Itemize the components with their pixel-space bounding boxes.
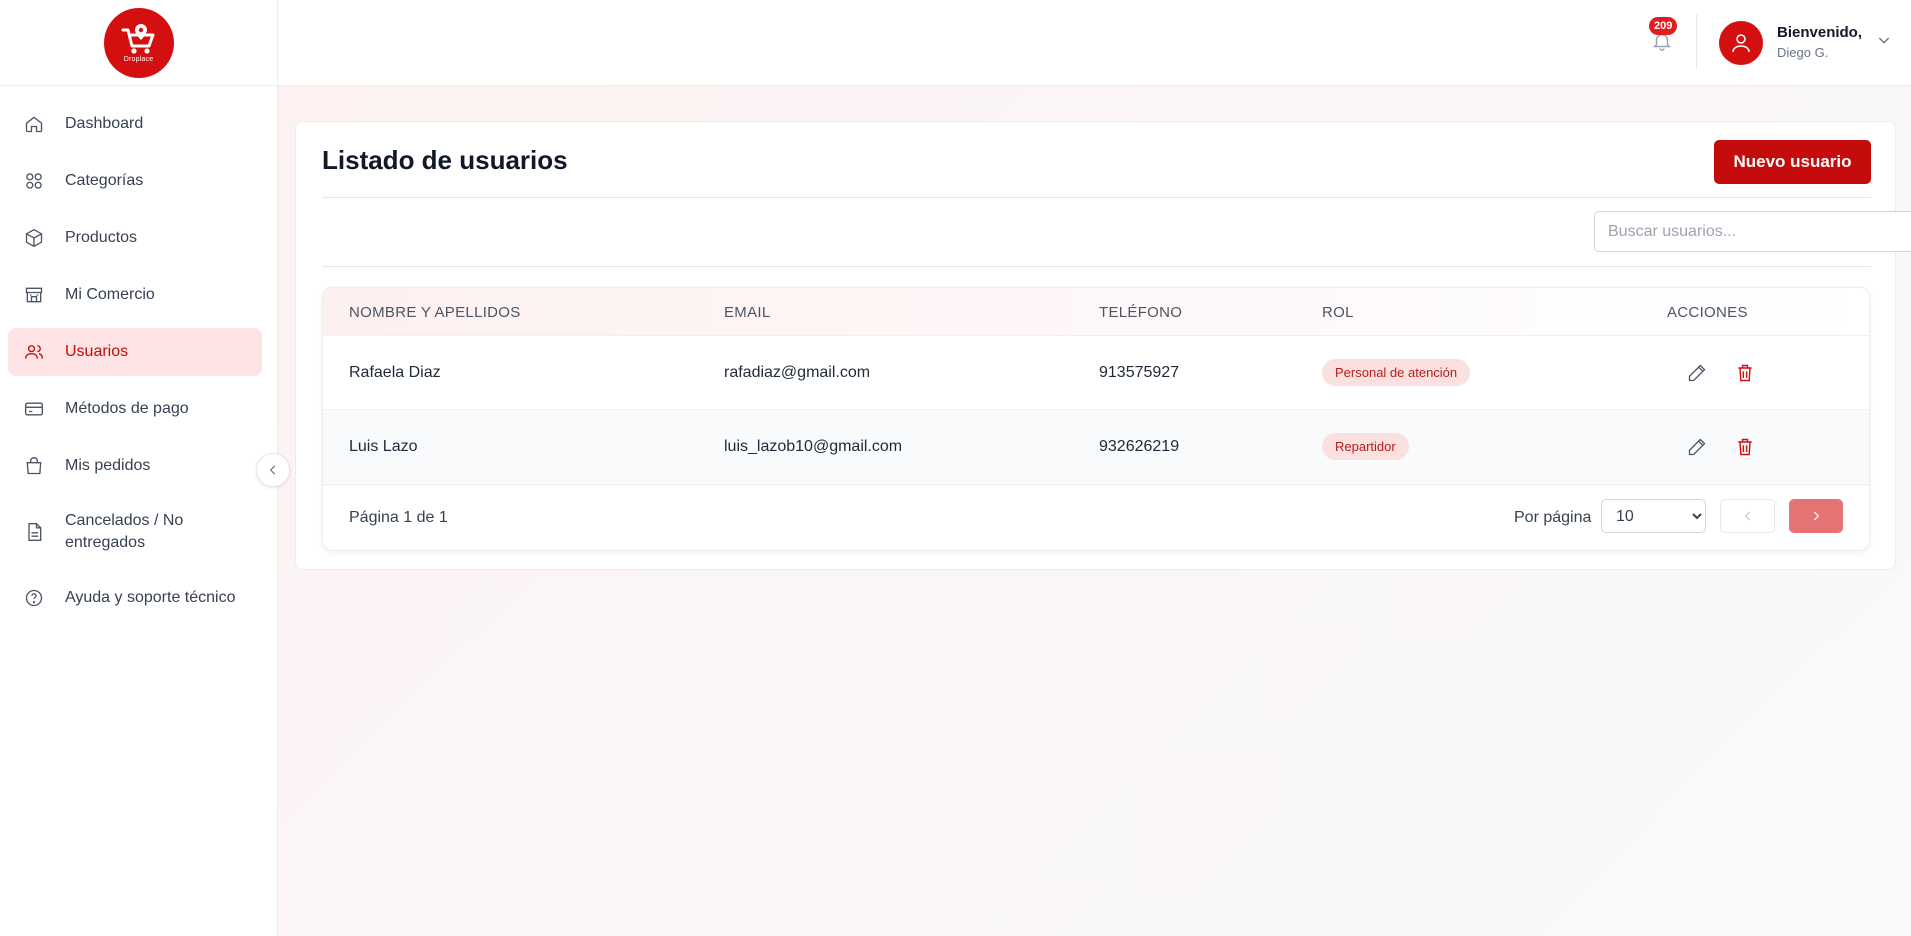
sidebar-item-productos[interactable]: Productos [8,214,262,262]
edit-button[interactable] [1685,435,1709,459]
greeting-text: Bienvenido, [1777,24,1863,41]
trash-icon [1738,364,1752,382]
divider [322,266,1871,267]
column-header-phone: TELÉFONO [1099,304,1183,321]
pencil-icon [1688,364,1706,382]
credit-card-icon [23,398,45,420]
cell-phone: 913575927 [1099,364,1180,381]
chevron-left-icon [269,465,276,475]
header-divider [1696,14,1697,69]
sidebar-item-cancelados[interactable]: Cancelados / No entregados [8,499,262,565]
chevron-left-icon [1744,511,1750,521]
avatar[interactable] [1719,21,1763,65]
cart-pin-icon [121,24,154,54]
sidebar-item-mis-pedidos[interactable]: Mis pedidos [8,442,262,490]
sidebar-item-label: Usuarios [65,343,129,360]
search-input[interactable] [1594,211,1911,252]
logo-area: Droplace [0,0,277,86]
help-circle-icon [23,587,45,609]
home-icon [23,113,45,135]
chevron-down-icon [1878,37,1890,44]
column-header-actions: ACCIONES [1667,304,1748,321]
sidebar-item-label: Categorías [65,172,144,189]
table-row: Luis Lazo luis_lazob10@gmail.com 9326262… [323,409,1869,483]
sidebar-item-label: Productos [65,229,138,246]
delete-button[interactable] [1733,435,1757,459]
users-table: NOMBRE Y APELLIDOS EMAIL TELÉFONO ROL AC… [322,287,1870,551]
user-menu-toggle[interactable] [1876,32,1892,53]
logo-text: Droplace [123,56,154,63]
cell-name: Rafaela Diaz [349,364,441,381]
per-page-label: Por página [1514,509,1592,526]
trash-icon [1738,438,1752,456]
collapse-sidebar-button[interactable] [256,453,290,487]
sidebar-item-metodos-de-pago[interactable]: Métodos de pago [8,385,262,433]
users-card: Listado de usuarios Nuevo usuario NOMBRE… [295,121,1911,570]
next-page-button[interactable] [1789,499,1843,533]
sidebar-item-label: Ayuda y soporte técnico [65,589,236,606]
brand-logo[interactable]: Droplace [103,7,174,78]
chevron-right-icon [1813,511,1820,521]
cell-name: Luis Lazo [349,438,418,455]
sidebar-item-label: Mi Comercio [65,286,155,303]
edit-button[interactable] [1685,361,1709,385]
pencil-icon [1688,438,1706,456]
role-badge: Personal de atención [1322,359,1471,386]
sidebar-item-label: Dashboard [65,115,144,132]
delete-button[interactable] [1733,361,1757,385]
user-icon [1732,34,1750,53]
sidebar-item-label: Métodos de pago [65,400,189,417]
new-user-button[interactable]: Nuevo usuario [1714,140,1871,184]
column-header-name: NOMBRE Y APELLIDOS [349,304,521,321]
cell-email: rafadiaz@gmail.com [724,364,871,381]
table-header: NOMBRE Y APELLIDOS EMAIL TELÉFONO ROL AC… [323,288,1869,335]
sidebar: Droplace Dashboard Categorías Productos [0,0,278,936]
column-header-role: ROL [1322,304,1354,321]
sidebar-nav: Dashboard Categorías Productos Mi Comerc… [0,86,277,622]
users-icon [23,341,45,363]
user-greeting[interactable]: Bienvenido, Diego G. [1777,24,1862,60]
top-header: 209 Bienvenido, Diego G. [278,0,1911,86]
user-name: Diego G. [1777,45,1829,60]
cell-phone: 932626219 [1099,438,1180,455]
sidebar-item-ayuda[interactable]: Ayuda y soporte técnico [8,574,262,622]
sidebar-item-label: Mis pedidos [65,457,151,474]
main-content: Listado de usuarios Nuevo usuario NOMBRE… [278,86,1911,936]
sidebar-item-mi-comercio[interactable]: Mi Comercio [8,271,262,319]
sidebar-item-label: Cancelados / No entregados [65,512,184,551]
table-row: Rafaela Diaz rafadiaz@gmail.com 91357592… [323,335,1869,409]
sidebar-item-categorias[interactable]: Categorías [8,157,262,205]
column-header-email: EMAIL [724,304,771,321]
divider [322,197,1871,198]
box-icon [23,227,45,249]
per-page-select[interactable]: 10 [1601,499,1706,533]
store-icon [23,284,45,306]
previous-page-button[interactable] [1720,499,1775,533]
role-badge: Repartidor [1322,433,1409,460]
sidebar-item-dashboard[interactable]: Dashboard [8,100,262,148]
grid-icon [23,170,45,192]
notification-count-badge: 209 [1649,17,1678,35]
cell-email: luis_lazob10@gmail.com [724,438,903,455]
sidebar-item-usuarios[interactable]: Usuarios [8,328,262,376]
page-title: Listado de usuarios [322,145,568,175]
page-info: Página 1 de 1 [349,509,448,526]
document-icon [23,521,45,543]
pagination-bar: Página 1 de 1 Por página 10 [323,484,1869,550]
shopping-bag-icon [23,455,45,477]
